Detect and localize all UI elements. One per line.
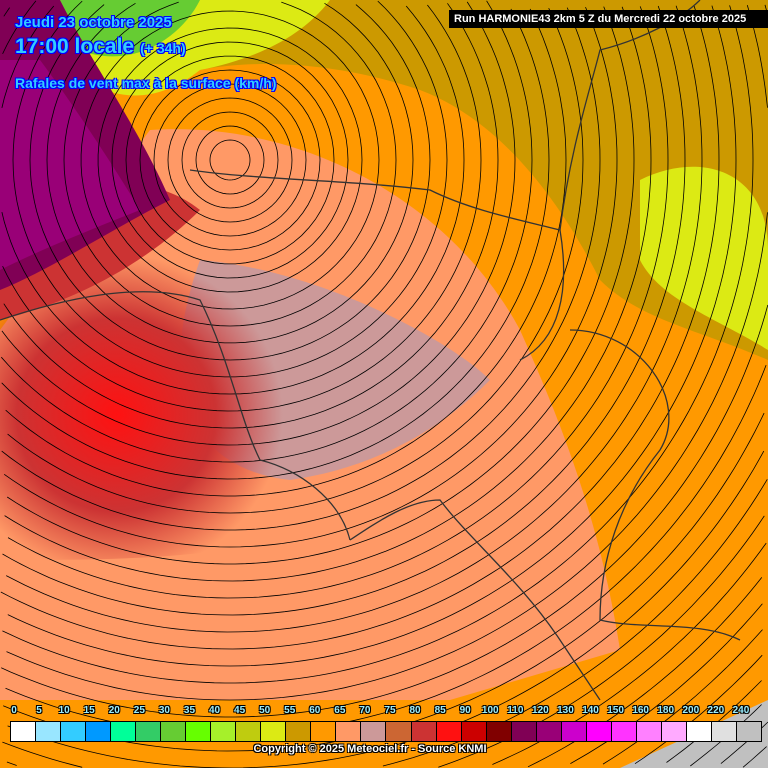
legend-label: 25 [133,705,145,716]
legend-swatch [36,722,62,741]
legend-label: 220 [707,705,725,716]
legend-swatch [586,722,612,741]
legend-swatch [736,722,761,741]
legend-swatch [336,722,362,741]
legend-swatch [386,722,412,741]
legend-label: 90 [459,705,471,716]
legend-swatch [411,722,437,741]
legend-label: 140 [582,705,599,716]
legend-label: 65 [334,705,346,716]
forecast-date: Jeudi 23 octobre 2025 [15,14,172,31]
legend-label: 160 [632,705,649,716]
legend-swatch [686,722,712,741]
legend-swatch [461,722,487,741]
legend-swatch [236,722,262,741]
legend-label: 15 [83,705,95,716]
legend-label: 70 [359,705,371,716]
legend-swatch [111,722,137,741]
legend-label: 50 [259,705,271,716]
legend-label: 100 [481,705,499,716]
legend-swatch [261,722,287,741]
legend-label: 180 [657,705,675,716]
legend-label: 120 [532,705,549,716]
legend-label: 10 [58,705,70,716]
legend-label: 75 [384,705,396,716]
legend-swatch [136,722,162,741]
legend-label: 30 [158,705,170,716]
legend-labels: 0 5 10 15 20 25 30 35 40 45 50 55 60 65 70 75 80 85 90 100 1… [10,705,762,719]
copyright-text: Copyright © 2025 Meteociel.fr - Source K… [253,743,487,755]
legend-label: 20 [108,705,120,716]
legend-swatch [636,722,662,741]
legend-label: 200 [682,705,700,716]
legend-swatch [436,722,462,741]
parameter-title: Rafales de vent max à la surface (km/h) [15,75,277,91]
legend-label: 5 [36,705,42,716]
legend-swatch [161,722,187,741]
legend-swatch [536,722,562,741]
legend-swatch [11,722,37,741]
legend-swatch [86,722,112,741]
legend-label: 35 [183,705,196,716]
legend-label: 240 [732,705,750,716]
legend-swatch [311,722,337,741]
legend-label: 55 [284,705,296,716]
legend-label: 110 [507,705,524,716]
legend-label: 130 [557,705,574,716]
legend-color-bar [10,721,762,742]
legend-swatch [61,722,87,741]
legend-swatch [186,722,212,741]
local-time: 17:00 locale [15,35,135,58]
legend-label: 40 [208,705,221,716]
legend-label: 0 [11,705,17,716]
legend-swatch [661,722,687,741]
legend-label: 85 [434,705,446,716]
legend-swatch [711,722,737,741]
legend-label: 80 [409,705,421,716]
legend-swatch [286,722,312,741]
legend-swatch [561,722,587,741]
legend-swatch [511,722,537,741]
legend-swatch [486,722,512,741]
color-scale-legend: 0 5 10 15 20 25 30 35 40 45 50 55 60 65 70 75 80 85 90 100 1… [10,705,762,742]
lead-time: (+ 34h) [140,40,186,56]
legend-label: 150 [607,705,624,716]
legend-swatch [211,722,237,741]
legend-swatch [361,722,387,741]
wind-gust-map [0,0,768,768]
legend-label: 60 [309,705,321,716]
model-run-label: Run HARMONIE43 2km 5 Z du Mercredi 22 oc… [449,10,768,28]
forecast-time: 17:00 locale (+ 34h) [15,35,186,59]
legend-label: 45 [234,705,246,716]
legend-swatch [611,722,637,741]
